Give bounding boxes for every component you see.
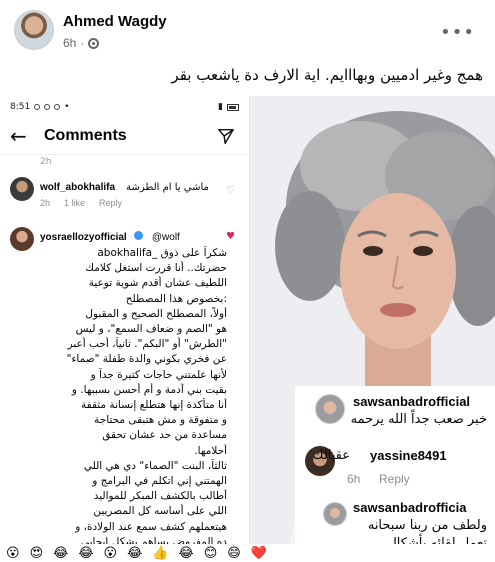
comments-header: ← Comments: [0, 118, 249, 154]
more-options-icon[interactable]: •••: [440, 22, 475, 43]
comment-likes[interactable]: 1 like: [64, 198, 85, 208]
like-heart-icon[interactable]: ♡: [226, 185, 235, 196]
send-icon[interactable]: [217, 127, 235, 145]
comment-time: 2h: [40, 198, 51, 208]
reaction-emoji: 😮: [6, 545, 20, 561]
reaction-emoji: 😂: [78, 545, 94, 561]
comment-mention[interactable]: @wolf: [152, 232, 180, 243]
reaction-emoji: 😂: [178, 545, 194, 561]
reaction-emoji: 😄: [227, 545, 241, 561]
reaction-emoji: 😊: [203, 545, 218, 561]
reply-button[interactable]: Reply: [379, 472, 410, 486]
comment-meta: 2h 1 like Reply: [40, 198, 241, 208]
notification-icon: [34, 104, 41, 110]
like-heart-icon[interactable]: ♥: [226, 231, 235, 242]
commenter-avatar[interactable]: [10, 227, 34, 251]
reaction-emoji: ❤️: [250, 545, 267, 561]
comment-item: wolf_abokhalifa ماشي يا ام الطرشة 2h 1 l…: [0, 169, 249, 219]
post-text: همج وغير ادميين وبهااايم. اية الارف دة ي…: [171, 66, 483, 84]
post-image[interactable]: 8:51 • ▮ ← Comments 2h wolf_abokhalifa م…: [0, 96, 495, 544]
commenter-avatar[interactable]: [315, 394, 345, 424]
author-avatar[interactable]: [14, 10, 54, 50]
reaction-emoji: 👍: [152, 545, 169, 561]
status-bar: 8:51 • ▮: [0, 96, 249, 118]
comment-username[interactable]: yosraellozyofficial: [40, 232, 127, 243]
commenter-avatar[interactable]: [323, 502, 347, 526]
comment-text: ولطف من ربنا سبحانه: [367, 518, 487, 533]
comment-username[interactable]: wolf_abokhalifa: [40, 182, 115, 193]
post-meta: 6h ·: [63, 36, 100, 50]
overlay-comments: sawsanbadrofficial خبر صعب جداً الله يرح…: [295, 386, 495, 544]
comment-time: 6h: [347, 472, 361, 486]
globe-icon: [88, 37, 100, 49]
notification-icon: [44, 104, 51, 110]
notification-icon: [54, 104, 61, 110]
status-time: 8:51: [10, 102, 31, 112]
comment-text: تعمل لقائه بأشكال: [387, 536, 487, 544]
back-arrow-icon[interactable]: ←: [10, 124, 36, 148]
more-dot-icon: •: [64, 102, 70, 112]
comment-username[interactable]: sawsanbadrofficial: [353, 394, 470, 409]
comment-username[interactable]: yassine8491: [370, 448, 447, 463]
comment-username[interactable]: sawsanbadrofficia: [353, 500, 466, 515]
comments-title: Comments: [44, 127, 127, 144]
reaction-emoji: 😂: [127, 545, 143, 561]
author-name[interactable]: Ahmed Wagdy: [63, 13, 167, 30]
comment-text: ماشي يا ام الطرشة: [126, 182, 209, 193]
phone-screenshot: 8:51 • ▮ ← Comments 2h wolf_abokhalifa م…: [0, 96, 250, 544]
comment-text: خبر صعب جداً الله يرحمه: [350, 412, 487, 427]
verified-badge-icon: [133, 231, 143, 240]
reaction-emoji: 😂: [53, 545, 69, 561]
battery-icon: [227, 103, 239, 111]
comment-long-text: شكراً على ذوق _abokhalifa حضرتك.. أنا قر…: [66, 247, 227, 544]
comment-item: yosraellozyofficial @wolf ♥ شكراً على ذو…: [0, 219, 249, 544]
reaction-emoji: 😍: [29, 545, 44, 561]
reply-button[interactable]: Reply: [99, 198, 122, 208]
post-time[interactable]: 6h: [63, 36, 76, 50]
reaction-emoji: 😮: [103, 545, 118, 561]
signal-icon: ▮: [218, 102, 223, 112]
reactions-bar[interactable]: 😮 😍 😂 😂 😮 😂 👍 😂 😊 😄 ❤️: [0, 544, 495, 562]
cut-off-text: 2h: [40, 157, 52, 167]
comment-text: عقبالك: [312, 448, 350, 463]
commenter-avatar[interactable]: [10, 177, 34, 201]
post-header: Ahmed Wagdy 6h · •••: [0, 0, 495, 62]
